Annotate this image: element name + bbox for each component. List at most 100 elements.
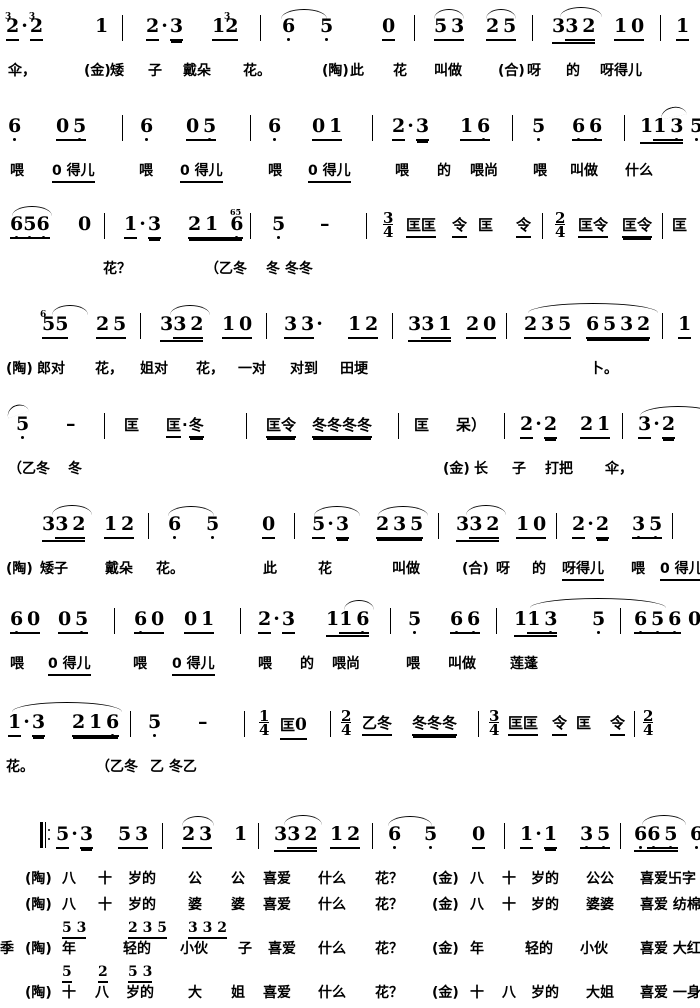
lyric-syllable: (合) [462, 561, 489, 577]
note-group: 3 3 · [284, 312, 325, 339]
note-group: 33 2 [456, 512, 500, 542]
note-group: 5 [408, 608, 422, 634]
alt-note-group: 5 [62, 964, 72, 983]
note-group: 2 1 65 6 [188, 207, 244, 239]
barline [542, 212, 543, 239]
percussion-syllable: 匡 [478, 216, 494, 234]
note-group: 2 5 [96, 312, 127, 339]
lyric-syllable: 子 [512, 461, 526, 477]
note-group: 1 [678, 312, 692, 339]
alt-note-group: 5 3 [128, 964, 153, 983]
lyric-syllable: 0 得儿 [48, 653, 91, 676]
barline [622, 412, 623, 439]
lyric-syllable: 叫做 [434, 63, 462, 79]
verse-row-1: (陶) 八十岁的公公喜爱 什么 花？ (金) 八十岁的 公公 喜爱卐字 [0, 868, 700, 894]
lyric-row-8: 花。 （乙冬乙 冬乙 [0, 756, 700, 779]
music-system-2: 6 0 5 6 0 5 6 0 1 2 · 3 1 6 5 6 6 11 3 5 喂… [0, 104, 700, 183]
note-group: 5 [320, 15, 334, 41]
music-system-9: 5 · 3 5 3 2 3 1 33 2 1 2 6 5 0 1 · 1 3 5 66 … [0, 815, 700, 1008]
lyric-syllable: 花， [196, 361, 224, 377]
lyric-syllable: 田埂 [340, 361, 368, 377]
note-group: 2 5 [486, 14, 517, 41]
lyric-syllable: 花 [318, 561, 332, 577]
barline [672, 512, 673, 539]
lyric-syllable: 岁的 [128, 871, 156, 887]
note-group: 5 [424, 823, 438, 849]
lyric-syllable: 喜爱 [268, 941, 296, 957]
lyric-syllable: 十 [62, 985, 76, 1001]
note-group: 6 [268, 115, 282, 141]
lyric-syllable: 喂 [533, 163, 547, 179]
lyric-syllable: 花。 [156, 561, 184, 577]
barline [390, 607, 391, 634]
lyric-syllable: 小伙 [180, 941, 208, 957]
note-group: 6 55 [40, 310, 69, 339]
music-system-4: 6 55 2 5 33 2 1 0 3 3 · 1 2 33 1 2 0 2 3 5… [0, 303, 700, 381]
alt-note-group: 3 3 2 [188, 920, 227, 939]
lyric-syllable: 喜爱 [263, 871, 291, 887]
barline [372, 822, 373, 849]
note-group: 2 3 [182, 822, 213, 849]
percussion-syllable: 令 [610, 713, 626, 736]
lyric-syllable: (陶) [25, 897, 52, 913]
lyric-row-1: 伞， (金) 矮 子 戴朵 花。 (陶) 此 花 叫做 (合) 呀 的 呀得儿 [0, 60, 700, 83]
note-group: 11 6 [326, 607, 370, 637]
lyric-syllable: 岁的 [128, 897, 156, 913]
note-group: 6 6 [450, 607, 481, 634]
barline [392, 312, 393, 339]
note-group: 6 5 6 [634, 607, 682, 634]
barline [250, 114, 251, 141]
percussion-syllable: 令 [452, 215, 468, 238]
barline [148, 512, 149, 539]
lyric-syllable: 莲蓬 [510, 656, 538, 672]
verse-row-2: (陶) 八十岁的婆婆喜爱 什么 花？ (金) 八十岁的 婆婆 喜爱 纺棉 [0, 894, 700, 920]
lyric-syllable: 对到 [290, 361, 318, 377]
time-signature: 14 [259, 707, 270, 739]
lyric-syllable: 叫做 [448, 656, 476, 672]
music-system-3: 656 0 1 · 3 2 1 65 6 5 – 34 匡匡 令 匡 令 24 匡令 匡… [0, 206, 700, 281]
lyric-syllable: 喂 [268, 163, 282, 179]
barline [398, 412, 399, 439]
lyric-syllable: 花， [95, 361, 123, 377]
lyric-syllable: 喜爱 一身 [640, 985, 700, 1001]
lyric-syllable: 十 [502, 897, 516, 913]
note-group: 1 0 [222, 312, 253, 339]
lyric-syllable: 花？ [375, 871, 403, 887]
lyric-syllable: 的 [300, 656, 314, 672]
lyric-syllable: 一对 [238, 361, 266, 377]
time-signature: 24 [555, 209, 566, 241]
grace-note: 3 [224, 12, 231, 22]
lyric-syllable: 八 [470, 897, 484, 913]
lyric-syllable: 喂尚 [470, 163, 498, 179]
lyric-syllable: 0 得儿 [172, 653, 215, 676]
note-group: 2 3 5 [376, 512, 424, 539]
percussion-syllable [632, 237, 637, 257]
lyric-syllable: 冬 [68, 461, 82, 477]
note-group: 2 0 [466, 312, 497, 339]
lyric-syllable: 八 [470, 871, 484, 887]
note-group: 6 0 [134, 607, 165, 634]
percussion-syllable: 匡0 [280, 713, 307, 740]
lyric-syllable: 花？ [375, 985, 403, 1001]
lyric-syllable: 呀得儿 [562, 558, 604, 581]
time-signature: 34 [489, 707, 500, 739]
percussion-syllable: 匡 [124, 416, 140, 434]
lyric-syllable: 0 得儿 [660, 558, 700, 581]
percussion-syllable: 匡令 [622, 215, 653, 238]
lyric-syllable: 喂 [258, 656, 272, 672]
lyric-syllable: 公 [231, 871, 245, 887]
percussion-syllable: 令 [516, 215, 532, 238]
barline [366, 212, 367, 239]
note-group: 2 · 2 [572, 512, 610, 539]
lyric-syllable: 此 [350, 63, 364, 79]
percussion-syllable: 乙冬 [362, 713, 393, 736]
lyric-syllable: 婆 [188, 897, 202, 913]
note-group: 6 [282, 15, 296, 41]
barline [660, 14, 661, 41]
time-signature: 34 [383, 209, 394, 241]
barline [266, 312, 267, 339]
note-group: 5 [690, 114, 700, 141]
note-group: 5 [532, 115, 546, 141]
note-group: 33 2 [42, 512, 86, 542]
note-group: 5 [592, 608, 606, 634]
